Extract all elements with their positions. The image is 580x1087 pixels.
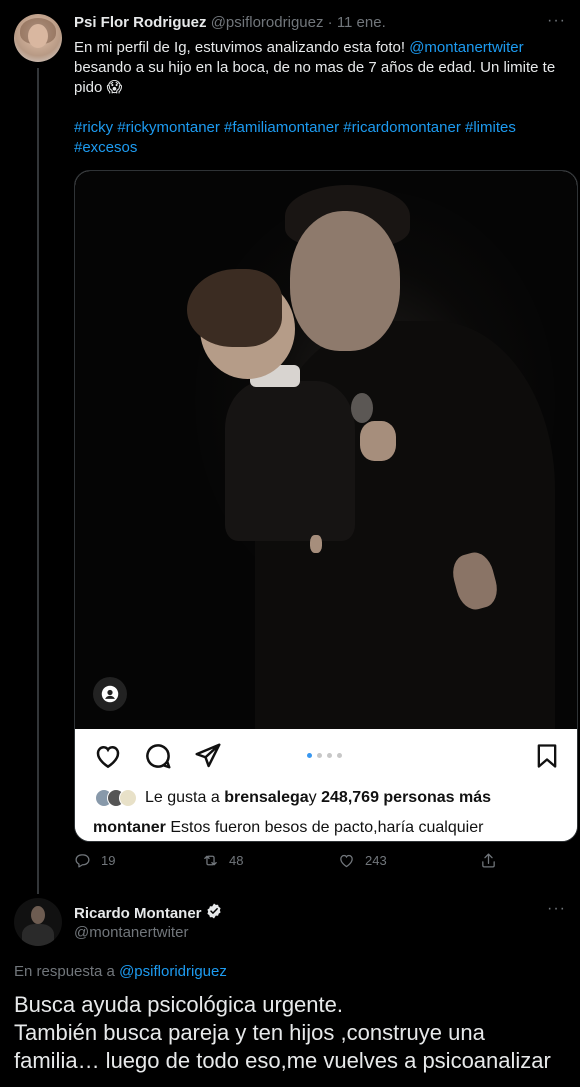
- likes-user: brensalega: [224, 789, 309, 806]
- caption-user: montaner: [93, 819, 166, 836]
- more-options-icon[interactable]: ···: [547, 900, 566, 918]
- avatar[interactable]: [14, 898, 62, 946]
- reply-button[interactable]: 19: [74, 852, 115, 869]
- bookmark-icon: [533, 741, 561, 776]
- share-button[interactable]: [480, 852, 497, 869]
- send-icon: [193, 741, 223, 776]
- reply-icon: [75, 854, 90, 868]
- separator: ·: [327, 14, 333, 31]
- like-button[interactable]: 243: [338, 852, 387, 869]
- author-handle[interactable]: @psiflorodriguez: [211, 14, 324, 31]
- mention-link[interactable]: @montanertwiter: [409, 39, 523, 56]
- reply-context: En respuesta a @psifloridriguez: [14, 963, 227, 980]
- avatar[interactable]: [14, 14, 62, 62]
- reply-count: 19: [101, 853, 116, 868]
- retweet-button[interactable]: 48: [202, 852, 243, 869]
- tag-user-icon[interactable]: [93, 677, 127, 711]
- instagram-bar: Le gusta a brensalega y 248,769 personas…: [75, 729, 577, 841]
- carousel-dots: [307, 753, 342, 758]
- author-name[interactable]: Psi Flor Rodriguez: [74, 14, 207, 31]
- tweet-text-part: En mi perfil de Ig, estuvimos analizando…: [74, 39, 410, 56]
- embedded-photo: [75, 171, 577, 729]
- author-handle[interactable]: @montanertwiter: [74, 924, 188, 941]
- thread-line: [37, 68, 39, 894]
- likes-count: 248,769 personas más: [321, 789, 492, 806]
- caption-text: Estos fueron besos de pacto,haría cualqu…: [165, 819, 484, 836]
- likes-prefix: Le gusta a: [145, 789, 220, 806]
- heart-icon: [93, 741, 123, 776]
- verified-icon: [205, 902, 223, 924]
- tweet-date[interactable]: 11 ene.: [337, 14, 386, 31]
- more-options-icon[interactable]: ···: [547, 12, 566, 30]
- share-icon: [482, 853, 495, 868]
- comment-icon: [143, 741, 173, 776]
- likes-line: Le gusta a brensalega y 248,769 personas…: [95, 789, 491, 807]
- retweet-count: 48: [229, 853, 244, 868]
- tweet-actions: 19 48 243: [74, 852, 566, 874]
- reply-handle-link[interactable]: @psifloridriguez: [119, 963, 227, 980]
- author-name-row: Ricardo Montaner: [74, 902, 223, 924]
- like-count: 243: [365, 853, 387, 868]
- like-icon: [340, 854, 353, 868]
- likes-mid: y: [308, 789, 317, 806]
- tweet-text: En mi perfil de Ig, estuvimos analizando…: [74, 38, 566, 98]
- author-name[interactable]: Ricardo Montaner: [74, 905, 202, 922]
- tweet-text: Busca ayuda psicológica urgente. También…: [14, 992, 551, 1073]
- reply-prefix: En respuesta a: [14, 963, 120, 980]
- tweet-media[interactable]: Le gusta a brensalega y 248,769 personas…: [74, 170, 578, 842]
- retweet-icon: [204, 855, 217, 866]
- ig-caption: montaner Estos fueron besos de pacto,har…: [93, 819, 483, 837]
- tweet-text-part: besando a su hijo en la boca, de no mas …: [74, 59, 556, 96]
- tweet-header: Psi Flor Rodriguez @psiflorodriguez · 11…: [74, 14, 386, 31]
- hashtags[interactable]: #ricky #rickymontaner #familiamontaner #…: [74, 118, 566, 158]
